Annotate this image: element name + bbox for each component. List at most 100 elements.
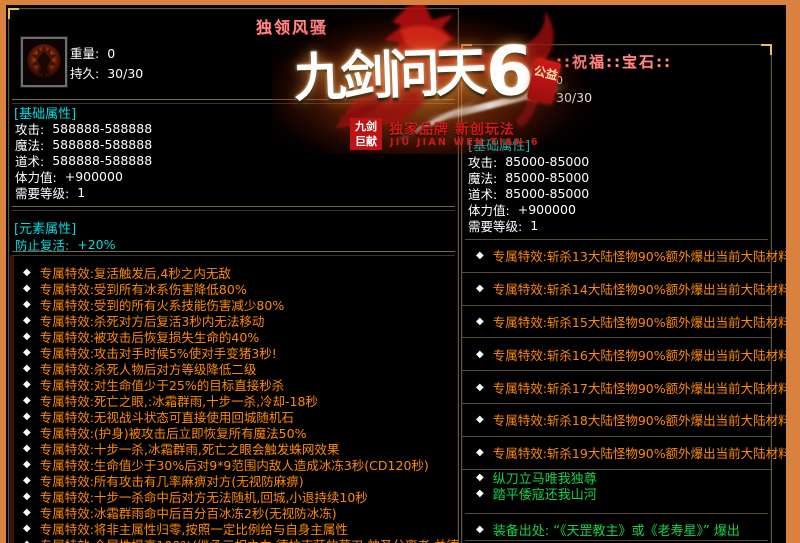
stat-value: 85000-85000: [505, 154, 589, 169]
durability-value: 30/30: [107, 66, 143, 81]
stat-value: +20%: [77, 237, 115, 252]
special-effects-list: ◆ 专属特效:复活触发后,4秒之内无敌 ◆ 专属特效:受到所有冰系伤害降低80%…: [9, 264, 458, 543]
stat-row: 攻击:588888-588888: [15, 121, 454, 137]
item-source-row: ◆ 装备出处: “《天罡教主》或《老寿星》” 爆出: [462, 519, 771, 539]
divider: [12, 206, 455, 211]
stat-label: 需要等级:: [468, 216, 522, 235]
special-effect-text: 专属特效:斩杀18大陆怪物90%额外爆出当前大陆材料.: [493, 410, 795, 429]
base-attrs-list: 攻击:588888-588888 魔法:588888-588888 道术:588…: [15, 121, 454, 200]
diamond-bullet-icon: ◆: [23, 523, 31, 534]
durability-line: 持久: 30/30: [70, 63, 143, 82]
diamond-bullet-icon: ◆: [476, 524, 484, 535]
diamond-bullet-icon: ◆: [476, 349, 484, 360]
diamond-bullet-icon: ◆: [23, 315, 31, 326]
diamond-bullet-icon: ◆: [476, 488, 484, 499]
special-effect-text: 专属特效:斩杀17大陆怪物90%额外爆出当前大陆材料.: [493, 378, 795, 397]
stat-value: 588888-588888: [52, 153, 152, 168]
diamond-bullet-icon: ◆: [23, 427, 31, 438]
diamond-bullet-icon: ◆: [23, 411, 31, 422]
stat-row: 体力值:+900000: [15, 168, 454, 184]
diamond-bullet-icon: ◆: [476, 414, 484, 425]
diamond-bullet-icon: ◆: [476, 250, 484, 261]
stat-row: 道术:588888-588888: [15, 153, 454, 169]
item-tooltip-right: ::祝福::宝石:: 0 30/30 [基础属性] 攻击:85000-85000…: [461, 44, 772, 543]
fire-demon-item-icon: [23, 39, 65, 85]
motto-row: ◆ 踏平倭寇还我山河: [462, 486, 771, 503]
diamond-bullet-icon: ◆: [23, 331, 31, 342]
gold-corner-icon: [461, 44, 472, 55]
weight-value: 0: [556, 74, 563, 87]
special-effect-text: 专属特效:全属性提高100%(继承三相之力,德拉克萨的暮刃,神圣分离者,兰德里的: [40, 535, 484, 543]
divider: [465, 513, 768, 515]
stat-value: 1: [530, 218, 538, 233]
stat-row: 需要等级: 1: [15, 184, 454, 200]
gold-corner-icon: [8, 8, 19, 19]
special-effect-row: ◆ 专属特效:斩杀18大陆怪物90%额外爆出当前大陆材料.: [462, 404, 771, 437]
special-effect-row: ◆ 专属特效:斩杀16大陆怪物90%额外爆出当前大陆材料.: [462, 338, 771, 371]
diamond-bullet-icon: ◆: [23, 347, 31, 358]
stat-label: 需要等级:: [15, 183, 69, 202]
stat-value: 588888-588888: [52, 137, 152, 152]
stat-row: 防止复活:+20%: [15, 236, 454, 252]
diamond-bullet-icon: ◆: [476, 472, 484, 483]
special-effect-row: ◆ 专属特效:斩杀14大陆怪物90%额外爆出当前大陆材料.: [462, 273, 771, 306]
motto-text: 踏平倭寇还我山河: [493, 484, 597, 503]
stat-value: +900000: [518, 202, 576, 217]
special-effects-list: ◆ 专属特效:斩杀13大陆怪物90%额外爆出当前大陆材料. ◆ 专属特效:斩杀1…: [462, 240, 771, 470]
diamond-bullet-icon: ◆: [23, 363, 31, 374]
special-effect-row: ◆ 专属特效:斩杀17大陆怪物90%额外爆出当前大陆材料.: [462, 371, 771, 404]
motto-list: ◆ 纵刀立马唯我独尊 ◆ 踏平倭寇还我山河: [462, 469, 771, 502]
diamond-bullet-icon: ◆: [23, 267, 31, 278]
diamond-bullet-icon: ◆: [23, 491, 31, 502]
item-source-text: 装备出处: “《天罡教主》或《老寿星》” 爆出: [493, 520, 740, 539]
stat-value: +900000: [65, 169, 123, 184]
window-frame-left: [0, 0, 6, 543]
base-attrs-list: 攻击:85000-85000 魔法:85000-85000 道术:85000-8…: [468, 153, 767, 233]
element-attrs-list: 防止复活:+20%: [15, 236, 454, 252]
special-effect-row: ◆ 专属特效:斩杀13大陆怪物90%额外爆出当前大陆材料.: [462, 240, 771, 273]
special-effect-text: 专属特效:斩杀16大陆怪物90%额外爆出当前大陆材料.: [493, 345, 795, 364]
diamond-bullet-icon: ◆: [23, 299, 31, 310]
motto-row: ◆ 纵刀立马唯我独尊: [462, 469, 771, 486]
weight-value: 0: [107, 46, 115, 61]
gold-corner-icon: [761, 44, 772, 55]
diamond-bullet-icon: ◆: [476, 447, 484, 458]
special-effect-text: 专属特效:斩杀19大陆怪物90%额外爆出当前大陆材料.: [493, 443, 795, 462]
stat-value: 85000-85000: [505, 186, 589, 201]
stat-value: 85000-85000: [505, 170, 589, 185]
diamond-bullet-icon: ◆: [476, 316, 484, 327]
window-frame-top: [0, 0, 800, 5]
stat-value: 1: [77, 185, 85, 200]
item-icon[interactable]: [21, 37, 67, 87]
divider: [12, 99, 455, 104]
stat-value: 588888-588888: [52, 121, 152, 136]
diamond-bullet-icon: ◆: [476, 283, 484, 294]
divider: [12, 251, 455, 256]
special-effect-text: 专属特效:斩杀15大陆怪物90%额外爆出当前大陆材料.: [493, 312, 795, 331]
diamond-bullet-icon: ◆: [476, 382, 484, 393]
divider: [465, 540, 768, 542]
diamond-bullet-icon: ◆: [23, 443, 31, 454]
stat-row: 攻击:85000-85000: [468, 153, 767, 169]
diamond-bullet-icon: ◆: [23, 283, 31, 294]
diamond-bullet-icon: ◆: [23, 475, 31, 486]
special-effect-text: 专属特效:斩杀14大陆怪物90%额外爆出当前大陆材料.: [493, 279, 795, 298]
weight-line: 重量: 0: [70, 43, 115, 62]
special-effect-row: ◆ 专属特效:全属性提高100%(继承三相之力,德拉克萨的暮刃,神圣分离者,兰德…: [9, 536, 458, 543]
item-name: ::祝福::宝石::: [556, 51, 672, 72]
special-effect-text: 专属特效:斩杀13大陆怪物90%额外爆出当前大陆材料.: [493, 246, 795, 265]
durability-value: 30/30: [556, 90, 592, 105]
stat-row: 魔法:588888-588888: [15, 137, 454, 153]
stat-row: 魔法:85000-85000: [468, 169, 767, 185]
stat-row: 需要等级: 1: [468, 217, 767, 233]
durability-label: 持久:: [70, 66, 99, 81]
diamond-bullet-icon: ◆: [23, 395, 31, 406]
diamond-bullet-icon: ◆: [23, 539, 31, 543]
game-screen: 重量:0 持久:30/30 独领风骚 [基础属性] 攻击:588888-5888…: [0, 0, 800, 543]
window-frame-right: [786, 0, 800, 543]
item-name: 独领风骚: [256, 14, 328, 38]
weight-label: 重量:: [70, 46, 99, 61]
diamond-bullet-icon: ◆: [23, 379, 31, 390]
diamond-bullet-icon: ◆: [23, 459, 31, 470]
diamond-bullet-icon: ◆: [23, 507, 31, 518]
